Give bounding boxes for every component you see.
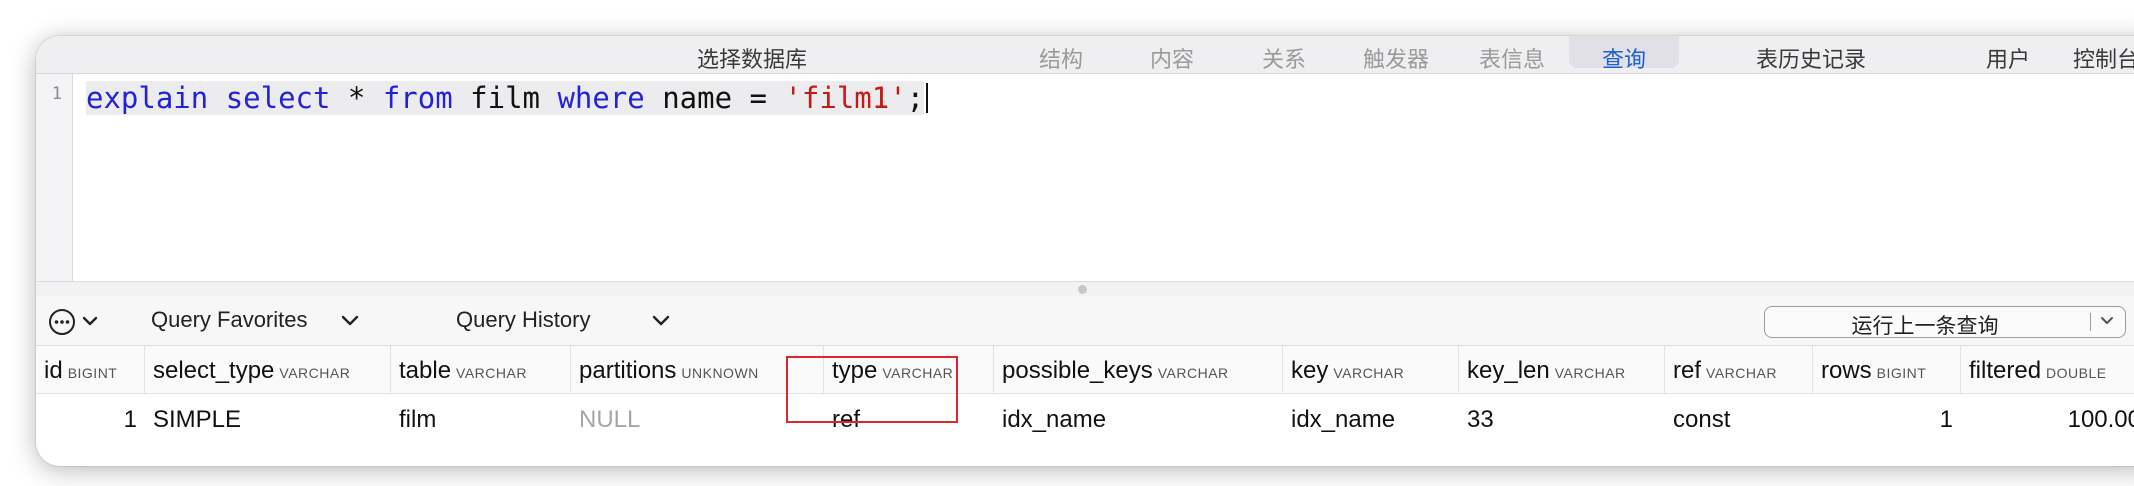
cell-table[interactable]: film: [391, 394, 571, 442]
chevron-down-icon: [652, 315, 669, 326]
chevron-down-icon[interactable]: [2099, 314, 2115, 328]
keyword-from: from: [382, 81, 453, 115]
column-header-possible-keys[interactable]: possible_keys VARCHAR: [994, 346, 1283, 393]
cell-key[interactable]: idx_name: [1283, 394, 1459, 442]
results-table: id BIGINT select_type VARCHAR table VARCHAR…: [36, 346, 2134, 466]
column-header-key[interactable]: key VARCHAR: [1283, 346, 1459, 393]
button-divider: [2090, 313, 2091, 331]
table-history-button[interactable]: 表历史记录: [1756, 42, 1866, 74]
tab-structure[interactable]: 结构: [1039, 42, 1083, 74]
tab-triggers[interactable]: 触发器: [1363, 42, 1429, 74]
sql-code-line[interactable]: explain select * from film where name = …: [86, 78, 929, 118]
line-number: 1: [51, 84, 62, 104]
query-editor[interactable]: 1 explain select * from film where name …: [36, 74, 2134, 281]
app-window: 选择数据库 结构 内容 关系 触发器 表信息 查询 表历史记录 用户 控制台 1…: [36, 36, 2134, 466]
pane-splitter[interactable]: [36, 281, 2134, 296]
column-header-ref[interactable]: ref VARCHAR: [1665, 346, 1813, 393]
tab-content[interactable]: 内容: [1150, 42, 1194, 74]
cell-possible-keys[interactable]: idx_name: [994, 394, 1283, 442]
table-row[interactable]: 1 SIMPLE film NULL ref idx_name idx_name…: [36, 394, 2134, 442]
line-gutter: 1: [36, 74, 73, 281]
column-header-key-len[interactable]: key_len VARCHAR: [1459, 346, 1665, 393]
keyword-explain: explain: [86, 81, 209, 115]
run-previous-query-button[interactable]: 运行上一条查询: [1764, 306, 2126, 338]
code-semicolon: ;: [906, 81, 925, 115]
more-actions-button[interactable]: [48, 308, 112, 336]
console-button[interactable]: 控制台: [2073, 42, 2134, 74]
results-header-row: id BIGINT select_type VARCHAR table VARCHAR…: [36, 346, 2134, 394]
cell-select-type[interactable]: SIMPLE: [145, 394, 391, 442]
cell-id[interactable]: 1: [36, 394, 145, 442]
string-literal: 'film1': [784, 81, 907, 115]
tab-relations[interactable]: 关系: [1262, 42, 1306, 74]
tab-toolbar: 选择数据库 结构 内容 关系 触发器 表信息 查询 表历史记录 用户 控制台: [36, 36, 2134, 74]
column-header-filtered[interactable]: filtered DOUBLE: [1961, 346, 2134, 393]
cell-rows[interactable]: 1: [1813, 394, 1961, 442]
cell-key-len[interactable]: 33: [1459, 394, 1665, 442]
code-star: *: [330, 81, 383, 115]
splitter-grip-icon[interactable]: [1078, 285, 1087, 294]
query-history-label: Query History: [456, 307, 591, 332]
query-bar: Query Favorites Query History 运行上一条查询: [36, 296, 2134, 346]
query-favorites-dropdown[interactable]: Query Favorites: [151, 307, 360, 333]
column-header-id[interactable]: id BIGINT: [36, 346, 145, 393]
chevron-down-icon: [341, 315, 358, 326]
highlight-annotation-box: [786, 356, 958, 423]
cell-filtered[interactable]: 100.00: [1961, 394, 2134, 442]
text-caret: [926, 83, 929, 113]
ellipsis-circle-icon: [49, 309, 98, 335]
column-header-rows[interactable]: rows BIGINT: [1813, 346, 1961, 393]
select-database-button[interactable]: 选择数据库: [697, 42, 807, 74]
cell-ref[interactable]: const: [1665, 394, 1813, 442]
code-condition: name =: [644, 81, 785, 115]
run-previous-query-label: 运行上一条查询: [1851, 315, 1999, 338]
tab-query[interactable]: 查询: [1569, 36, 1679, 72]
code-table-name: film: [452, 81, 558, 115]
query-history-dropdown[interactable]: Query History: [456, 307, 671, 333]
users-button[interactable]: 用户: [1986, 42, 2030, 74]
tab-table-info[interactable]: 表信息: [1479, 42, 1545, 74]
column-header-select-type[interactable]: select_type VARCHAR: [145, 346, 391, 393]
column-header-table[interactable]: table VARCHAR: [391, 346, 571, 393]
keyword-where: where: [557, 81, 645, 115]
query-favorites-label: Query Favorites: [151, 307, 308, 332]
tab-query-label: 查询: [1601, 47, 1646, 72]
keyword-select: select: [225, 81, 331, 115]
